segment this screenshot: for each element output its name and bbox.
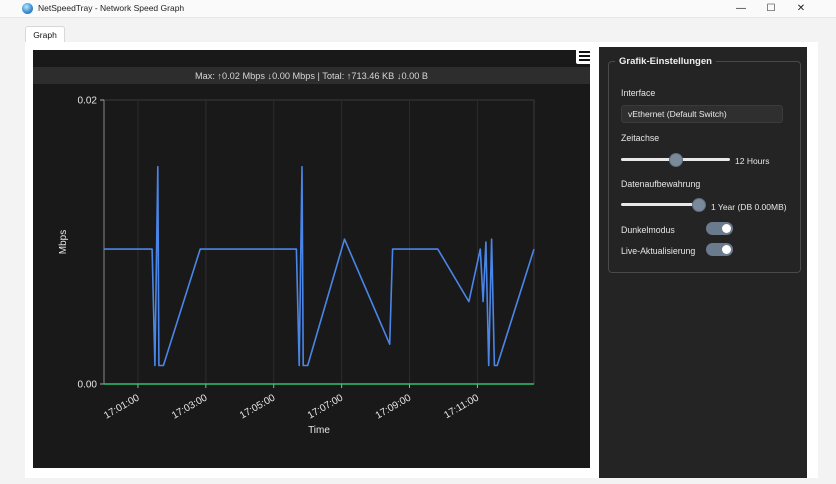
slider-thumb[interactable] [669, 153, 683, 167]
globe-icon [22, 3, 33, 14]
minimize-button[interactable]: — [726, 0, 756, 17]
slider-thumb[interactable] [692, 198, 706, 212]
interface-select[interactable]: vEthernet (Default Switch) [621, 105, 783, 123]
toggle-knob [722, 224, 731, 233]
y-axis-label: Mbps [58, 230, 69, 254]
title-bar: NetSpeedTray - Network Speed Graph — ☐ ✕ [0, 0, 836, 18]
x-tick-label: 17:09:00 [374, 392, 414, 421]
x-tick-label: 17:07:00 [306, 392, 346, 421]
window-title: NetSpeedTray - Network Speed Graph [38, 3, 185, 13]
interface-label: Interface [621, 88, 656, 98]
toggle-knob [722, 245, 731, 254]
retention-label: Datenaufbewahrung [621, 179, 701, 189]
live-update-toggle[interactable] [706, 243, 733, 256]
y-tick-label: 0.00 [78, 380, 98, 391]
close-button[interactable]: ✕ [786, 0, 816, 17]
timeline-label: Zeitachse [621, 133, 660, 143]
x-tick-label: 17:01:00 [102, 392, 142, 421]
tab-graph[interactable]: Graph [25, 26, 65, 43]
x-tick-label: 17:05:00 [238, 392, 278, 421]
plot-frame [103, 99, 535, 385]
hamburger-menu-icon[interactable] [576, 47, 593, 64]
retention-slider[interactable] [621, 198, 706, 212]
series-line-0 [104, 165, 535, 367]
speed-chart: 0.00 0.02 17:01:00 17:03:00 17:05:00 17:07:0… [58, 96, 535, 436]
x-tick-label: 17:03:00 [170, 392, 210, 421]
y-tick-label: 0.02 [78, 96, 98, 107]
maximize-button[interactable]: ☐ [756, 0, 786, 17]
chart-grid [103, 99, 535, 385]
retention-value: 1 Year (DB 0.00MB) [711, 202, 787, 212]
timeline-value: 12 Hours [735, 156, 770, 166]
dark-mode-toggle[interactable] [706, 222, 733, 235]
x-tick-label: 17:11:00 [442, 392, 481, 421]
timeline-slider[interactable] [621, 153, 730, 167]
live-update-label: Live-Aktualisierung [621, 246, 696, 256]
settings-title: Grafik-Einstellungen [615, 56, 716, 67]
x-axis-label: Time [308, 425, 330, 436]
dark-mode-label: Dunkelmodus [621, 225, 675, 235]
